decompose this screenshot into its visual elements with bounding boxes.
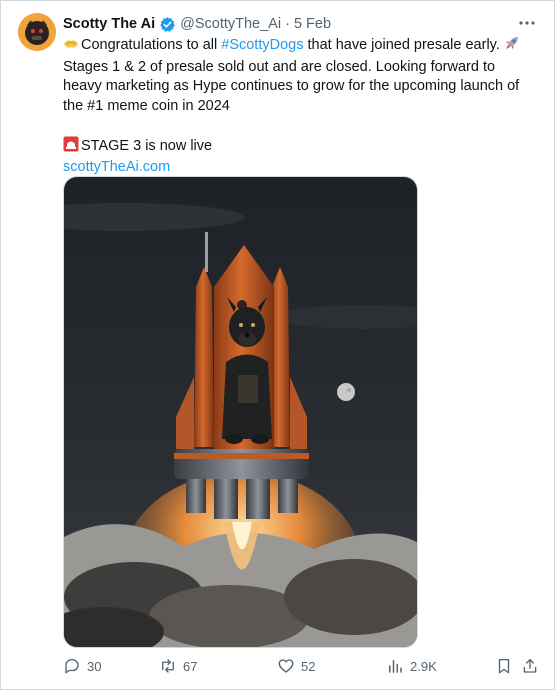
hashtag-link[interactable]: #ScottyDogs: [221, 37, 303, 53]
repost-icon: [162, 659, 174, 673]
tweet-image[interactable]: [63, 176, 418, 648]
avatar[interactable]: [18, 13, 56, 51]
more-horizontal-icon[interactable]: [516, 13, 538, 33]
share-icon: [523, 658, 537, 673]
tweet-date[interactable]: 5 Feb: [294, 15, 331, 33]
tweet-header: Scotty The Ai @ScottyThe_Ai · 5 Feb: [63, 15, 514, 33]
tweet-text: Congratulations to all #ScottyDogs that …: [63, 35, 533, 178]
tweet-card[interactable]: Scotty The Ai @ScottyThe_Ai · 5 Feb Cong…: [0, 0, 555, 690]
rocket-emoji-icon: [504, 35, 520, 58]
view-count: 2.9K: [410, 658, 437, 674]
separator-dot: ·: [285, 16, 290, 32]
text-paragraph: Stages 1 & 2 of presale sold out and are…: [63, 58, 520, 114]
like-count: 52: [301, 658, 316, 674]
share-button[interactable]: [521, 657, 539, 675]
heart-icon: [278, 659, 294, 673]
website-link[interactable]: scottyTheAi.com: [63, 159, 170, 175]
reply-count: 30: [87, 658, 102, 674]
text-line-1-post: that have joined presale early.: [303, 37, 504, 53]
display-name[interactable]: Scotty The Ai: [63, 15, 155, 33]
verified-badge-icon: [159, 16, 176, 33]
analytics-icon: [389, 660, 402, 673]
reply-icon: [65, 658, 79, 674]
like-button[interactable]: 52: [277, 657, 315, 675]
bookmark-button[interactable]: [495, 657, 513, 675]
action-bar: 30 67 52 2.9K: [63, 657, 540, 679]
repost-button[interactable]: 67: [159, 657, 197, 675]
bookmark-icon: [498, 658, 510, 674]
reply-button[interactable]: 30: [63, 657, 101, 675]
handle[interactable]: @ScottyThe_Ai: [180, 15, 281, 33]
stage-text: STAGE 3 is now live: [81, 137, 213, 154]
text-line-1-pre: Congratulations to all: [81, 37, 222, 53]
siren-emoji-icon: [63, 136, 79, 159]
repost-count: 67: [183, 658, 198, 674]
views-button[interactable]: 2.9K: [386, 657, 437, 675]
handshake-emoji-icon: [63, 37, 79, 58]
